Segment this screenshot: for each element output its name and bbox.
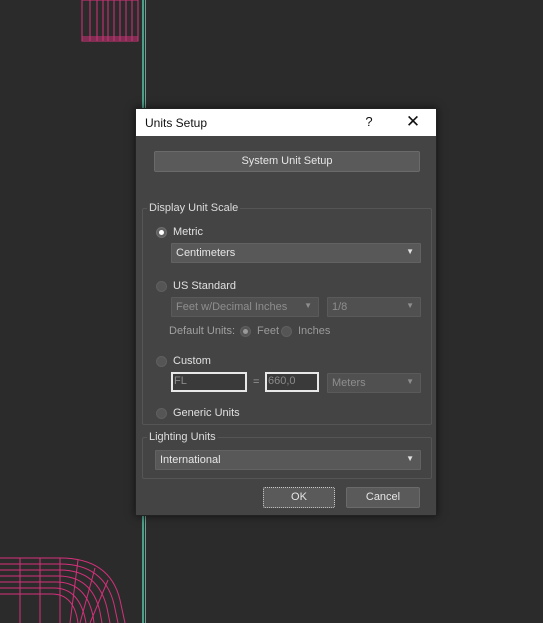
metric-units-value: Centimeters: [176, 247, 236, 259]
inches-radio[interactable]: [281, 326, 292, 337]
custom-name-input[interactable]: FL: [171, 372, 247, 392]
fraction-value: 1/8: [332, 301, 348, 313]
feet-radio[interactable]: [240, 326, 251, 337]
generic-units-radio[interactable]: [156, 408, 167, 419]
display-unit-scale-label: Display Unit Scale: [147, 202, 241, 214]
dialog-title: Units Setup: [145, 116, 208, 130]
us-standard-units-dropdown[interactable]: Feet w/Decimal Inches ▼: [171, 297, 319, 317]
fraction-dropdown[interactable]: 1/8 ▼: [327, 297, 421, 317]
lighting-units-value: International: [160, 454, 221, 466]
equals-sign: =: [253, 376, 260, 388]
chevron-down-icon: ▼: [304, 301, 312, 310]
us-standard-radio[interactable]: [156, 281, 167, 292]
dialog-titlebar[interactable]: Units Setup ? ✕: [136, 109, 436, 136]
cancel-button[interactable]: Cancel: [346, 487, 420, 508]
metric-radio[interactable]: [156, 227, 167, 238]
display-unit-scale-group: Display Unit Scale Metric Centimeters ▼ …: [142, 202, 432, 425]
custom-unit-dropdown[interactable]: Meters ▼: [327, 373, 421, 393]
chevron-down-icon: ▼: [406, 377, 414, 386]
chevron-down-icon: ▼: [406, 301, 414, 310]
custom-amount-value: 660,0: [268, 375, 296, 387]
custom-name-value: FL: [174, 375, 187, 387]
system-unit-setup-button[interactable]: System Unit Setup: [154, 151, 420, 172]
custom-amount-input[interactable]: 660,0: [265, 372, 319, 392]
us-standard-label: US Standard: [173, 280, 236, 292]
custom-radio[interactable]: [156, 356, 167, 367]
feet-label: Feet: [257, 325, 280, 337]
custom-unit-value: Meters: [332, 377, 366, 389]
help-button[interactable]: ?: [362, 114, 376, 129]
inches-label: Inches: [298, 325, 331, 337]
units-setup-dialog: Units Setup ? ✕ System Unit Setup Displa…: [135, 108, 437, 516]
lighting-units-label: Lighting Units: [147, 431, 218, 443]
metric-units-dropdown[interactable]: Centimeters ▼: [171, 243, 421, 263]
wireframe-object-bottom: [0, 557, 126, 623]
close-icon[interactable]: ✕: [404, 112, 422, 132]
us-standard-units-value: Feet w/Decimal Inches: [176, 301, 288, 313]
custom-label: Custom: [173, 355, 211, 367]
default-units-label: Default Units:: [169, 325, 236, 337]
ok-button[interactable]: OK: [263, 487, 335, 508]
chevron-down-icon: ▼: [406, 454, 414, 463]
generic-units-label: Generic Units: [173, 407, 240, 419]
lighting-units-dropdown[interactable]: International ▼: [155, 450, 421, 470]
lighting-units-group: Lighting Units International ▼: [142, 431, 432, 479]
wireframe-object-top: [81, 0, 139, 42]
chevron-down-icon: ▼: [406, 247, 414, 256]
metric-label: Metric: [173, 226, 203, 238]
